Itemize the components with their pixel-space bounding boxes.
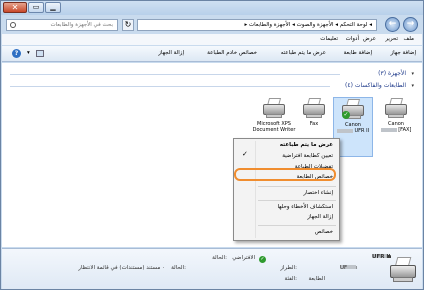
menu-bar: ملف تحرير عرض أدوات تعليمات bbox=[2, 34, 422, 45]
menu-help[interactable]: تعليمات bbox=[320, 36, 338, 42]
fax-icon bbox=[302, 97, 326, 119]
devices-group-divider bbox=[10, 74, 340, 75]
menu-create-shortcut[interactable]: إنشاء اختصار bbox=[303, 190, 333, 196]
print-server-properties-button[interactable]: خصائص خادم الطباعة bbox=[207, 50, 257, 56]
refresh-button[interactable]: ↻ bbox=[122, 19, 134, 31]
device-name: Fax bbox=[309, 121, 319, 127]
menu-troubleshoot[interactable]: استكشاف الأخطاء وحلها bbox=[277, 204, 333, 210]
details-status-label: الحالة: bbox=[171, 265, 186, 271]
details-pane: Canon UFR II ✓ الافتراضي الحالة: الطراز:… bbox=[2, 248, 422, 289]
search-input[interactable]: بحث في الأجهزة والطابعات bbox=[6, 19, 118, 31]
menu-set-default[interactable]: تعيين كطابعة افتراضية bbox=[282, 153, 333, 159]
search-icon bbox=[10, 22, 16, 28]
device-subname: Document Writer bbox=[252, 127, 296, 133]
devices-and-printers-window: ✕ ▭ ▁ بحث في الأجهزة والطابعات ↻ ▸ لوحة … bbox=[0, 0, 424, 290]
view-options-arrow[interactable]: ▾ bbox=[27, 50, 30, 56]
details-state-value: الافتراضي bbox=[232, 255, 255, 261]
devices-group-header[interactable]: الأجهزة (٣) bbox=[378, 70, 406, 77]
context-menu: عرض ما يتم طباعته ✓ تعيين كطابعة افتراضي… bbox=[233, 138, 340, 241]
details-status-value: ٠ مستند (مستندات) في قائمة الانتظار bbox=[78, 265, 165, 271]
device-canon-fax[interactable]: Canon [FAX] bbox=[376, 97, 416, 157]
printer-properties-highlight bbox=[234, 168, 336, 181]
menu-tools[interactable]: أدوات bbox=[346, 36, 359, 42]
default-status-icon: ✓ bbox=[259, 256, 266, 263]
redacted-text bbox=[380, 127, 397, 132]
printer-icon bbox=[384, 97, 408, 119]
breadcrumb[interactable]: ▸ لوحة التحكم ◂ الأجهزة والصوت ◂ الأجهزة… bbox=[137, 19, 377, 31]
menu-see-whats-printing[interactable]: عرض ما يتم طباعته bbox=[280, 142, 333, 148]
view-options-icon[interactable] bbox=[36, 50, 44, 57]
address-bar: بحث في الأجهزة والطابعات ↻ ▸ لوحة التحكم… bbox=[3, 16, 421, 33]
device-list: ▾ الأجهزة (٣) ▾ الطابعات والفاكسات (٤) C… bbox=[2, 63, 422, 247]
printer-icon bbox=[388, 255, 418, 285]
command-bar: إضافة جهاز إضافة طابعة عرض ما يتم طباعته… bbox=[2, 46, 422, 62]
printer-icon: ✓ bbox=[341, 98, 365, 120]
menu-remove-device[interactable]: إزالة الجهاز bbox=[307, 214, 333, 220]
printers-group-divider bbox=[10, 86, 330, 87]
menu-properties[interactable]: خصائص bbox=[315, 229, 333, 235]
redacted-text bbox=[336, 128, 353, 133]
back-button[interactable]: → bbox=[403, 17, 418, 32]
device-subname: UFR II bbox=[334, 128, 372, 134]
see-whats-printing-button[interactable]: عرض ما يتم طباعته bbox=[281, 50, 326, 56]
collapse-devices-arrow[interactable]: ▾ bbox=[411, 71, 414, 77]
forward-button[interactable]: ← bbox=[385, 17, 400, 32]
details-category-value: الطابعة bbox=[308, 276, 325, 282]
maximize-button[interactable]: ▭ bbox=[28, 2, 44, 13]
search-placeholder: بحث في الأجهزة والطابعات bbox=[50, 22, 113, 28]
menu-view[interactable]: عرض bbox=[363, 36, 376, 42]
title-bar: ✕ ▭ ▁ bbox=[1, 1, 423, 15]
details-model-label: الطراز: bbox=[280, 265, 297, 271]
details-category-label: الفئة: bbox=[284, 276, 297, 282]
printer-icon bbox=[262, 97, 286, 119]
add-device-button[interactable]: إضافة جهاز bbox=[391, 50, 416, 56]
device-subname: [FAX] bbox=[376, 127, 416, 133]
printers-group-header[interactable]: الطابعات والفاكسات (٤) bbox=[345, 82, 406, 89]
add-printer-button[interactable]: إضافة طابعة bbox=[344, 50, 372, 56]
help-icon[interactable]: ? bbox=[12, 49, 21, 58]
details-state-label: الحالة: bbox=[212, 255, 227, 261]
close-button[interactable]: ✕ bbox=[3, 2, 27, 13]
menu-file[interactable]: ملف bbox=[404, 36, 414, 42]
menu-edit[interactable]: تحرير bbox=[385, 36, 398, 42]
remove-device-button[interactable]: إزالة الجهاز bbox=[158, 50, 184, 56]
default-check-icon: ✓ bbox=[342, 111, 350, 119]
checkmark-icon: ✓ bbox=[242, 150, 248, 158]
collapse-printers-arrow[interactable]: ▾ bbox=[411, 83, 414, 89]
minimize-button[interactable]: ▁ bbox=[45, 2, 61, 13]
